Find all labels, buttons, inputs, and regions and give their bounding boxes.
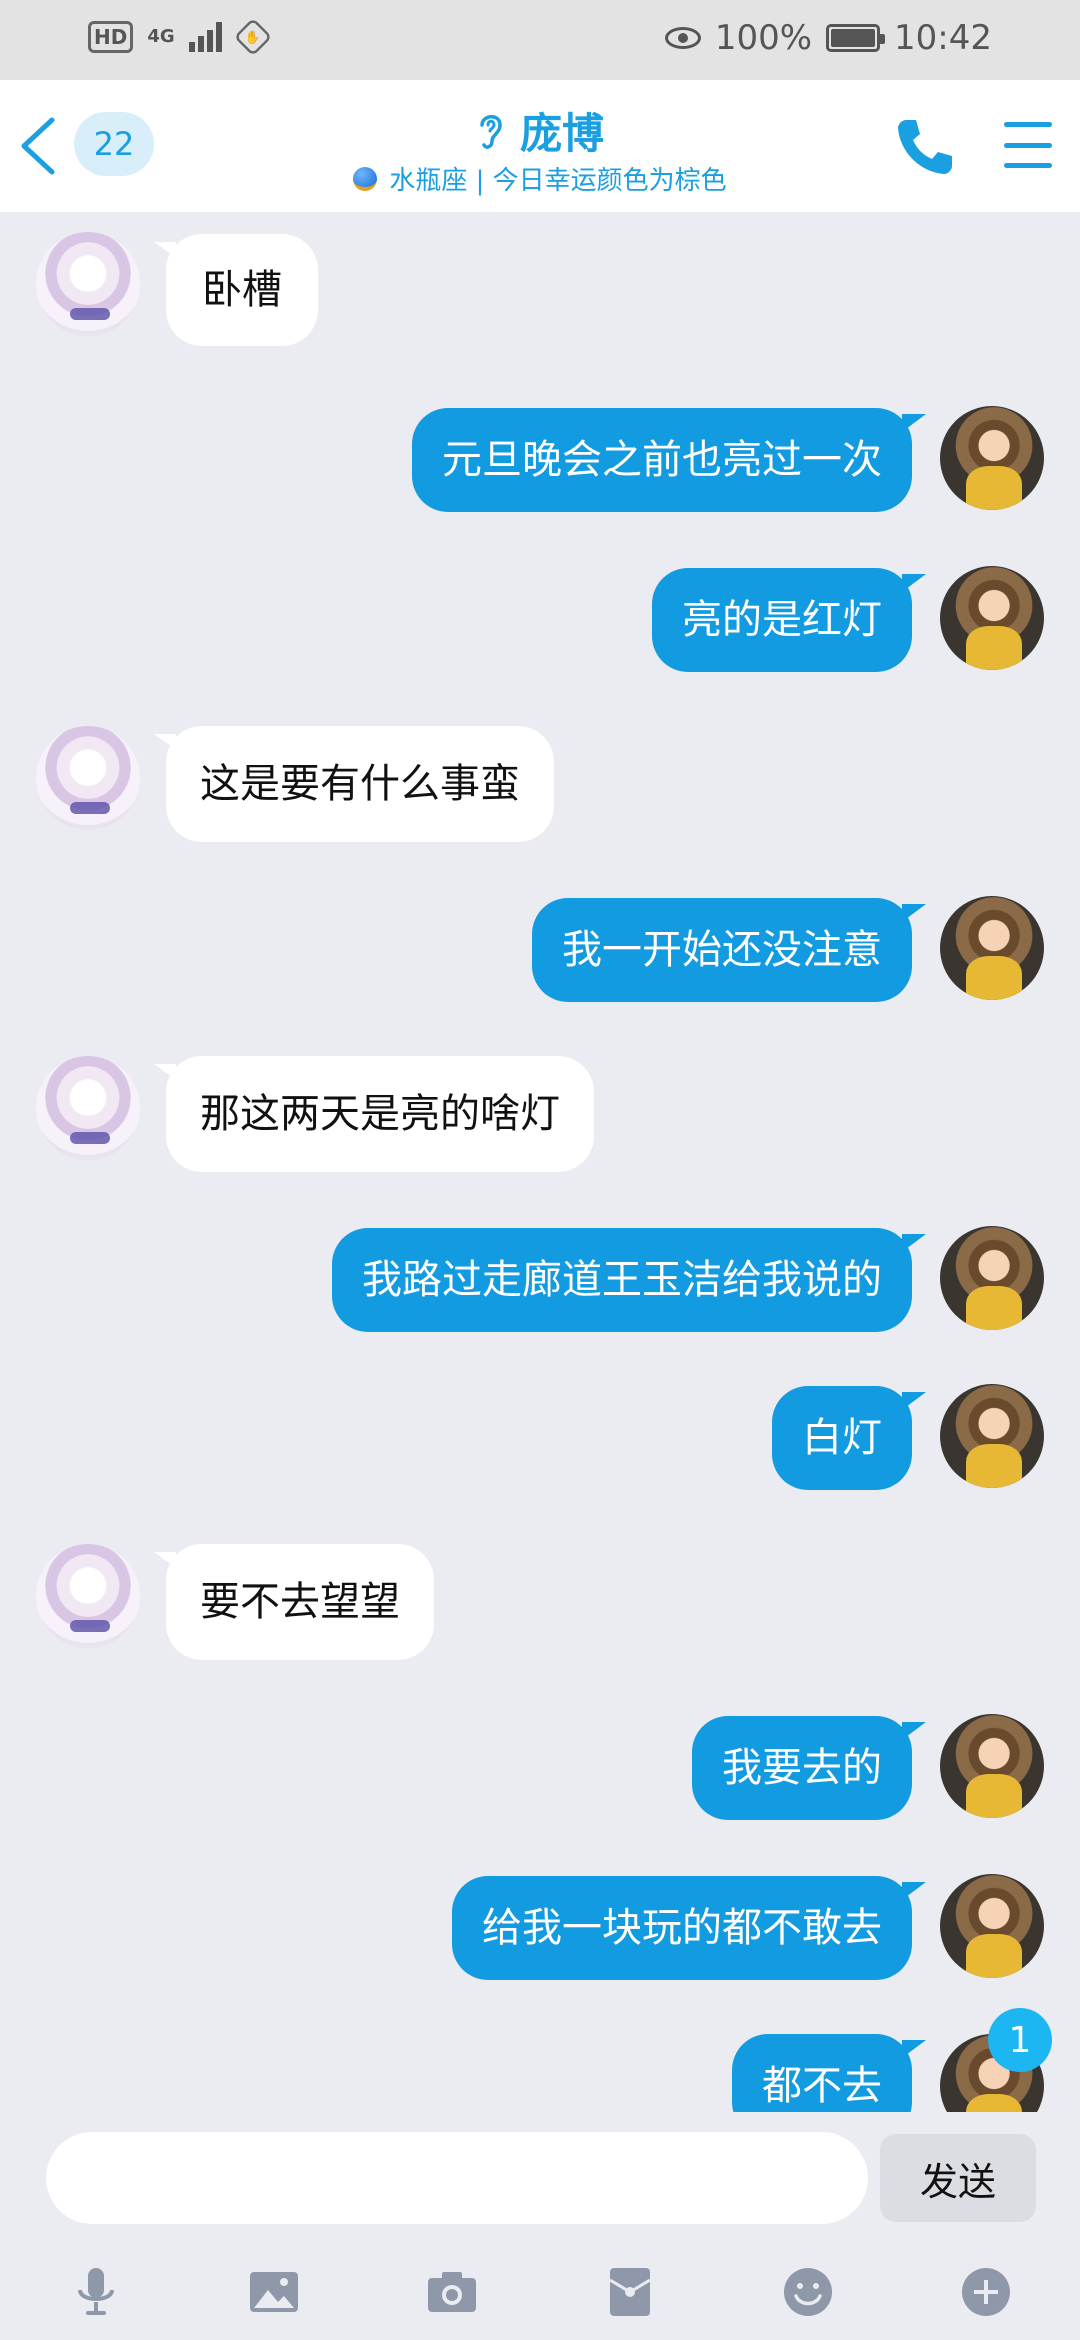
message-input[interactable] (46, 2132, 868, 2224)
outgoing-message[interactable]: 都不去 (732, 2034, 926, 2112)
menu-line (1004, 142, 1052, 148)
camera-button[interactable] (422, 2262, 482, 2322)
image-icon (250, 2272, 298, 2312)
battery-percent: 100% (714, 18, 813, 58)
outgoing-message[interactable]: 亮的是红灯 (652, 568, 926, 672)
hd-indicator: HD (88, 21, 134, 53)
emoji-button[interactable] (778, 2262, 838, 2322)
incoming-message[interactable]: 卧槽 (154, 234, 318, 346)
call-button[interactable] (892, 114, 958, 180)
input-area: 发送 (0, 2112, 1080, 2340)
signal-icon (188, 22, 222, 52)
outgoing-message[interactable]: 我一开始还没注意 (532, 898, 926, 1002)
voice-button[interactable] (66, 2262, 126, 2322)
outgoing-message[interactable]: 我路过走廊道王玉洁给我说的 (332, 1228, 926, 1332)
outgoing-message[interactable]: 我要去的 (692, 1716, 926, 1820)
contact-avatar[interactable] (36, 232, 140, 336)
menu-line (1004, 163, 1052, 168)
outgoing-message[interactable]: 元旦晚会之前也亮过一次 (412, 408, 926, 512)
image-button[interactable] (244, 2262, 304, 2322)
phone-icon (898, 120, 952, 174)
my-avatar[interactable] (940, 566, 1044, 670)
outgoing-message[interactable]: 白灯 (772, 1386, 926, 1490)
contact-avatar[interactable] (36, 1544, 140, 1648)
plus-icon (962, 2268, 1010, 2316)
my-avatar[interactable] (940, 1874, 1044, 1978)
hand-icon: ✋ (233, 17, 272, 57)
network-type: 4G (147, 26, 175, 47)
incoming-message[interactable]: 要不去望望 (154, 1544, 434, 1660)
clock: 10:42 (894, 18, 992, 58)
my-avatar[interactable] (940, 896, 1044, 1000)
my-avatar[interactable] (940, 1226, 1044, 1330)
contact-avatar[interactable] (36, 1056, 140, 1160)
incoming-message[interactable]: 这是要有什么事蛮 (154, 726, 554, 842)
menu-line (1004, 122, 1052, 127)
incoming-message[interactable]: 那这两天是亮的啥灯 (154, 1056, 594, 1172)
menu-button[interactable] (1004, 122, 1052, 168)
input-toolbar (0, 2262, 1080, 2332)
ear-icon (480, 114, 502, 149)
microphone-icon (78, 2268, 114, 2315)
new-message-badge[interactable]: 1 (988, 2008, 1052, 2072)
outgoing-message[interactable]: 给我一块玩的都不敢去 (452, 1876, 926, 1980)
red-packet-button[interactable] (600, 2262, 660, 2322)
status-bar: HD 4G ✋ 100% 10:42 (0, 0, 1080, 80)
status-right: 100% 10:42 (664, 18, 992, 58)
red-packet-icon (609, 2268, 651, 2316)
contact-status[interactable]: 水瓶座 | 今日幸运颜色为棕色 (389, 160, 726, 197)
contact-avatar[interactable] (36, 726, 140, 830)
chat-header: 22 庞博 水瓶座 | 今日幸运颜色为棕色 (0, 80, 1080, 212)
message-list[interactable]: 卧槽 元旦晚会之前也亮过一次 亮的是红灯 这是要有什么事蛮 我一开始还没注意 那… (0, 212, 1080, 2112)
my-avatar[interactable] (940, 406, 1044, 510)
eye-comfort-icon (664, 27, 701, 49)
crystal-ball-icon (353, 166, 378, 191)
status-left: HD 4G ✋ (88, 17, 272, 57)
my-avatar[interactable] (940, 1714, 1044, 1818)
battery-icon (826, 24, 886, 52)
more-button[interactable] (956, 2262, 1016, 2322)
my-avatar[interactable] (940, 1384, 1044, 1488)
send-button[interactable]: 发送 (880, 2134, 1036, 2222)
camera-icon (428, 2272, 476, 2312)
contact-name[interactable]: 庞博 (520, 100, 604, 161)
emoji-icon (784, 2268, 832, 2316)
